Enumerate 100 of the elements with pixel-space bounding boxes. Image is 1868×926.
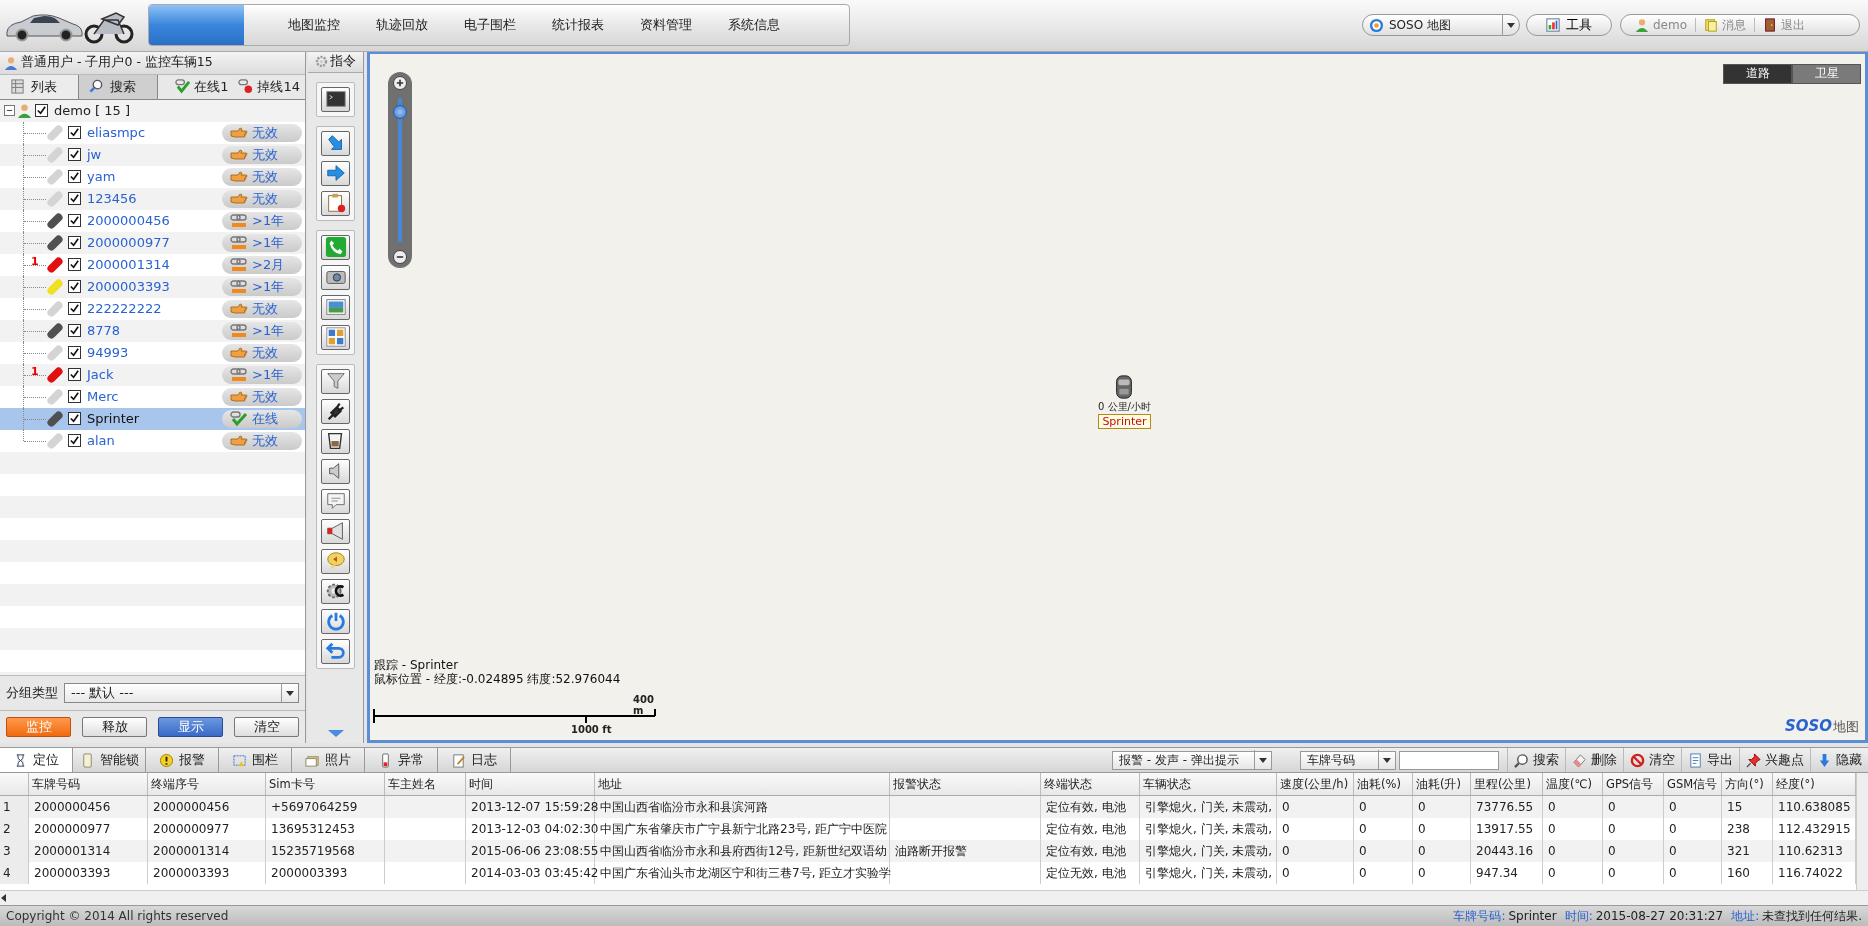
zoom-out-icon[interactable] bbox=[393, 249, 407, 264]
nav-item[interactable]: 电子围栏 bbox=[446, 16, 534, 35]
map[interactable]: 道路 卫星 0 公里/小时 Sprinter 跟踪 - Sprinter 鼠标位置 - 经度:-0.024895 纬度:52.976044 400 m 1000 ft SOSO地图 bbox=[367, 51, 1868, 744]
tool-button[interactable] bbox=[321, 398, 350, 424]
vehicle-row[interactable]: yam 无效 bbox=[0, 165, 305, 188]
bottom-tab[interactable]: 异常 bbox=[365, 748, 438, 773]
column-header[interactable]: GSM信号 bbox=[1664, 773, 1722, 796]
bottom-tab[interactable]: 报警 bbox=[146, 748, 219, 773]
zoom-slider[interactable] bbox=[388, 71, 412, 268]
vehicle-row[interactable]: Sprinter 在线 bbox=[0, 407, 305, 430]
column-header[interactable]: 时间 bbox=[466, 773, 595, 796]
column-header[interactable]: GPS信号 bbox=[1603, 773, 1664, 796]
panel-tab[interactable]: 列表 bbox=[0, 74, 79, 99]
vehicle-icon[interactable] bbox=[1114, 373, 1135, 400]
nav-item[interactable]: 地图监控 bbox=[270, 16, 358, 35]
nav-item[interactable]: 资料管理 bbox=[622, 16, 710, 35]
checkbox[interactable] bbox=[68, 324, 81, 338]
map-select[interactable]: SOSO 地图 bbox=[1362, 14, 1520, 37]
checkbox[interactable] bbox=[68, 346, 81, 360]
bottom-tab[interactable]: 智能锁 bbox=[73, 748, 146, 773]
column-header[interactable]: 车辆状态 bbox=[1140, 773, 1277, 796]
checkbox[interactable] bbox=[68, 126, 81, 140]
vehicle-row[interactable]: 123456 无效 bbox=[0, 187, 305, 210]
map-type-tab[interactable]: 卫星 bbox=[1792, 63, 1861, 84]
checkbox[interactable] bbox=[68, 280, 81, 294]
bottom-tab[interactable]: 日志 bbox=[438, 748, 511, 773]
nav-item[interactable]: 系统信息 bbox=[710, 16, 798, 35]
zoom-thumb[interactable] bbox=[393, 105, 407, 120]
bottom-tab[interactable]: 照片 bbox=[292, 748, 365, 773]
column-header[interactable]: 终端状态 bbox=[1041, 773, 1140, 796]
vehicle-row[interactable]: alan 无效 bbox=[0, 429, 305, 452]
toolbar-button[interactable]: 兴趣点 bbox=[1739, 748, 1810, 773]
scroll-down-icon[interactable] bbox=[326, 729, 345, 739]
bottom-tab[interactable]: 围栏 bbox=[219, 748, 292, 773]
tool-button[interactable] bbox=[321, 428, 350, 454]
checkbox[interactable] bbox=[68, 302, 81, 316]
action-button[interactable]: 释放 bbox=[82, 717, 147, 738]
checkbox[interactable] bbox=[68, 258, 81, 272]
checkbox[interactable] bbox=[68, 236, 81, 250]
vehicle-row[interactable]: 2000000456 >1年 bbox=[0, 209, 305, 232]
vehicle-row[interactable]: 8778 >1年 bbox=[0, 319, 305, 342]
zoom-in-icon[interactable] bbox=[393, 75, 407, 90]
tool-button[interactable] bbox=[321, 578, 350, 604]
checkbox[interactable] bbox=[68, 368, 81, 382]
vehicle-row[interactable]: 94993 无效 bbox=[0, 341, 305, 364]
nav-item[interactable]: 轨迹回放 bbox=[358, 16, 446, 35]
map-type-tab[interactable]: 道路 bbox=[1723, 63, 1792, 84]
left-arrow-icon[interactable] bbox=[0, 894, 8, 903]
search-by-select[interactable]: 车牌号码 bbox=[1300, 750, 1396, 770]
tools-button[interactable]: 工具 bbox=[1526, 14, 1612, 37]
tool-button[interactable] bbox=[321, 86, 350, 112]
column-header[interactable]: 报警状态 bbox=[890, 773, 1041, 796]
action-button[interactable]: 清空 bbox=[234, 717, 299, 738]
vehicle-row[interactable]: 2000003393 >1年 bbox=[0, 275, 305, 298]
vehicle-row[interactable]: Merc 无效 bbox=[0, 385, 305, 408]
column-header[interactable]: 速度(公里/h) bbox=[1277, 773, 1354, 796]
checkbox[interactable] bbox=[68, 434, 81, 448]
checkbox[interactable] bbox=[68, 192, 81, 206]
bottom-tab[interactable]: 定位 bbox=[0, 748, 73, 773]
alarm-mode-select[interactable]: 报警 - 发声 - 弹出提示 bbox=[1112, 750, 1272, 770]
column-header[interactable]: 油耗(%) bbox=[1354, 773, 1413, 796]
action-button[interactable]: 显示 bbox=[158, 717, 223, 738]
group-label[interactable]: demo [ 15 ] bbox=[54, 103, 130, 119]
checkbox[interactable] bbox=[68, 390, 81, 404]
nav-item[interactable]: 统计报表 bbox=[534, 16, 622, 35]
column-header[interactable]: 终端序号 bbox=[148, 773, 266, 796]
column-header[interactable]: 里程(公里) bbox=[1471, 773, 1543, 796]
toolbar-button[interactable]: 清空 bbox=[1623, 748, 1681, 773]
chain-icon bbox=[230, 367, 248, 382]
vehicle-row[interactable]: 222222222 无效 bbox=[0, 297, 305, 320]
tool-button[interactable] bbox=[321, 264, 350, 290]
toolbar-button[interactable]: 删除 bbox=[1565, 748, 1623, 773]
scrollbar[interactable] bbox=[1856, 773, 1868, 891]
column-header[interactable]: 油耗(升) bbox=[1413, 773, 1471, 796]
scrollbar[interactable] bbox=[0, 890, 1868, 906]
vehicle-row[interactable]: eliasmpc 无效 bbox=[0, 121, 305, 144]
column-header[interactable]: 车主姓名 bbox=[385, 773, 466, 796]
group-type-select[interactable]: --- 默认 --- bbox=[64, 683, 299, 704]
collapse-icon[interactable] bbox=[4, 105, 15, 117]
toolbar-button[interactable]: 搜索 bbox=[1507, 748, 1565, 773]
toolbar-button[interactable]: 导出 bbox=[1681, 748, 1739, 773]
offline-filter[interactable]: 掉线14 bbox=[233, 74, 305, 99]
vehicle-row[interactable]: 2000000977 >1年 bbox=[0, 231, 305, 254]
checkbox[interactable] bbox=[68, 412, 81, 426]
checkbox[interactable] bbox=[68, 170, 81, 184]
online-filter[interactable]: 在线1 bbox=[170, 74, 234, 99]
vehicle-row[interactable]: jw 无效 bbox=[0, 143, 305, 166]
column-header[interactable]: 车牌号码 bbox=[29, 773, 148, 796]
column-header[interactable]: 温度(℃) bbox=[1543, 773, 1603, 796]
toolbar-button[interactable]: 隐藏 bbox=[1810, 748, 1868, 773]
search-field[interactable] bbox=[1399, 750, 1499, 770]
column-header[interactable]: 方向(°) bbox=[1722, 773, 1773, 796]
checkbox[interactable] bbox=[68, 214, 81, 228]
vehicle-row[interactable]: 1 2000001314 >2月 bbox=[0, 253, 305, 276]
checkbox[interactable] bbox=[35, 104, 48, 118]
vehicle-row[interactable]: 1 Jack >1年 bbox=[0, 363, 305, 386]
panel-tab[interactable]: 搜索 bbox=[79, 74, 158, 99]
checkbox[interactable] bbox=[68, 148, 81, 162]
column-header[interactable]: 地址 bbox=[595, 773, 890, 796]
column-header[interactable]: Sim卡号 bbox=[266, 773, 385, 796]
